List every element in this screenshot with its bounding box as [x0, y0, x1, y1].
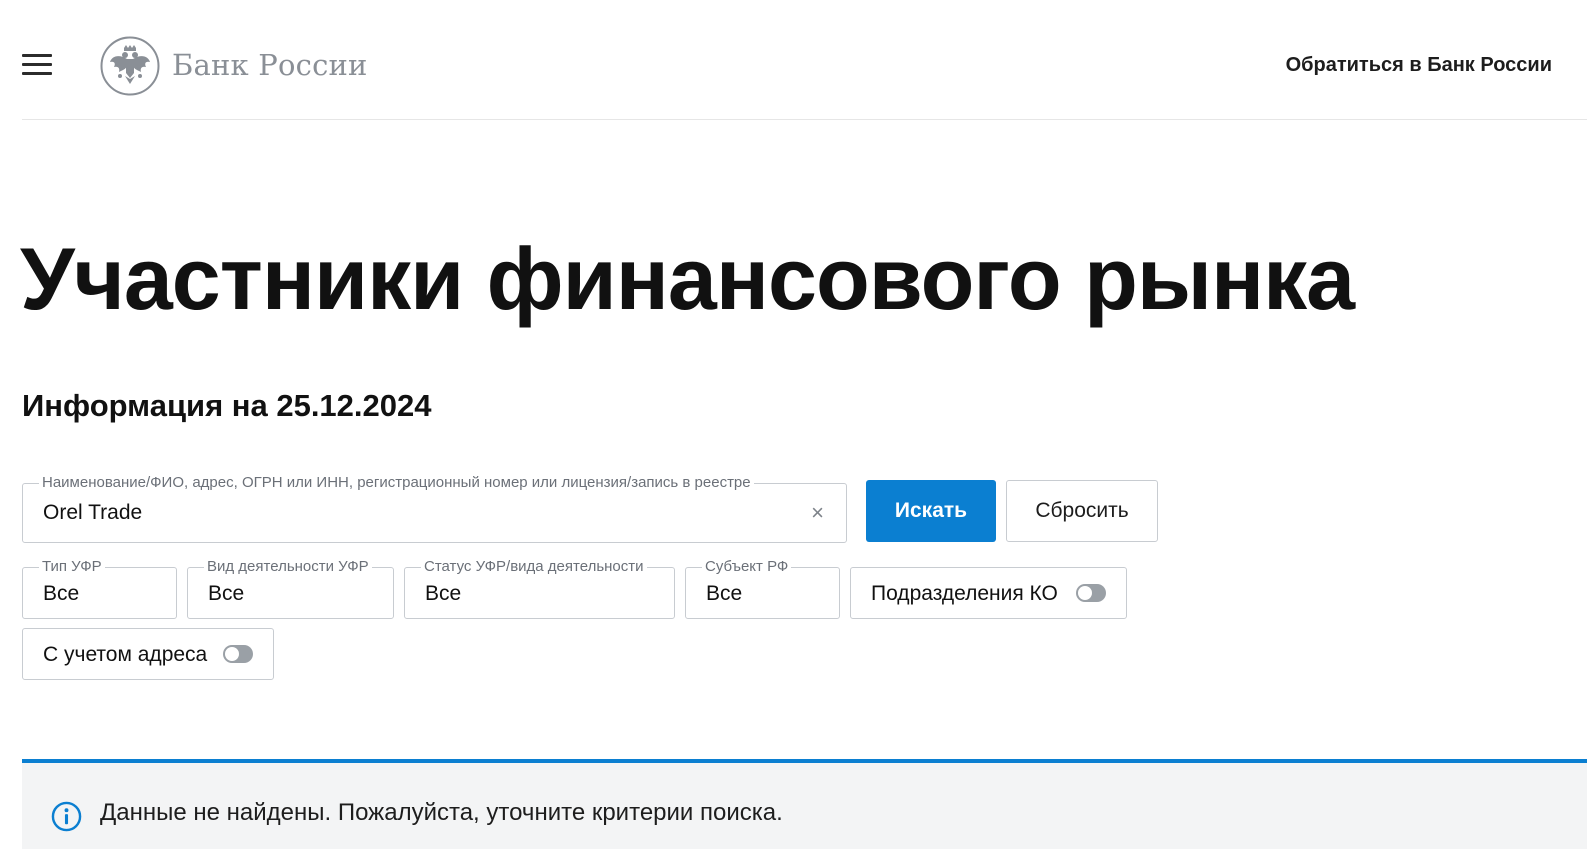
filter-value: Все	[706, 582, 743, 605]
contact-bank-link[interactable]: Обратиться в Банк России	[1286, 54, 1552, 77]
search-input[interactable]: Наименование/ФИО, адрес, ОГРН или ИНН, р…	[22, 474, 847, 543]
bank-logo[interactable]: Банк России	[100, 35, 368, 97]
eagle-emblem-icon	[100, 36, 160, 96]
hamburger-menu-icon[interactable]	[22, 54, 52, 76]
filter-value: Все	[425, 582, 462, 605]
notice-text: Данные не найдены. Пожалуйста, уточните …	[100, 799, 783, 826]
close-icon[interactable]: ×	[811, 501, 824, 525]
search-input-value: Orel Trade	[43, 501, 143, 524]
branches-toggle-switch[interactable]	[1076, 584, 1106, 602]
filter-org-type-select[interactable]: Тип УФР Все	[22, 558, 177, 619]
address-toggle-label: С учетом адреса	[43, 643, 208, 666]
address-toggle-switch[interactable]	[223, 645, 253, 663]
reset-button[interactable]: Сбросить	[1006, 480, 1158, 542]
logo-text: Банк России	[172, 48, 368, 82]
info-date-heading: Информация на 25.12.2024	[22, 388, 432, 423]
address-toggle-box[interactable]: С учетом адреса	[22, 628, 274, 680]
filter-label: Статус УФР/вида деятельности	[421, 558, 647, 576]
branches-toggle-label: Подразделения КО	[871, 582, 1058, 605]
filter-value: Все	[43, 582, 80, 605]
page-title: Участники финансового рынка	[20, 229, 1355, 328]
search-button[interactable]: Искать	[866, 480, 996, 542]
filter-activity-select[interactable]: Вид деятельности УФР Все	[187, 558, 394, 619]
filter-label: Субъект РФ	[702, 558, 792, 576]
no-results-notice: Данные не найдены. Пожалуйста, уточните …	[22, 759, 1587, 849]
site-header: Банк России Обратиться в Банк России	[0, 0, 1587, 120]
info-icon	[51, 801, 82, 832]
filter-value: Все	[208, 582, 245, 605]
header-divider	[22, 119, 1587, 120]
search-input-label: Наименование/ФИО, адрес, ОГРН или ИНН, р…	[39, 474, 754, 492]
filter-region-select[interactable]: Субъект РФ Все	[685, 558, 840, 619]
branches-toggle-box[interactable]: Подразделения КО	[850, 567, 1127, 619]
filter-status-select[interactable]: Статус УФР/вида деятельности Все	[404, 558, 675, 619]
filter-label: Вид деятельности УФР	[204, 558, 372, 576]
filter-label: Тип УФР	[39, 558, 105, 576]
